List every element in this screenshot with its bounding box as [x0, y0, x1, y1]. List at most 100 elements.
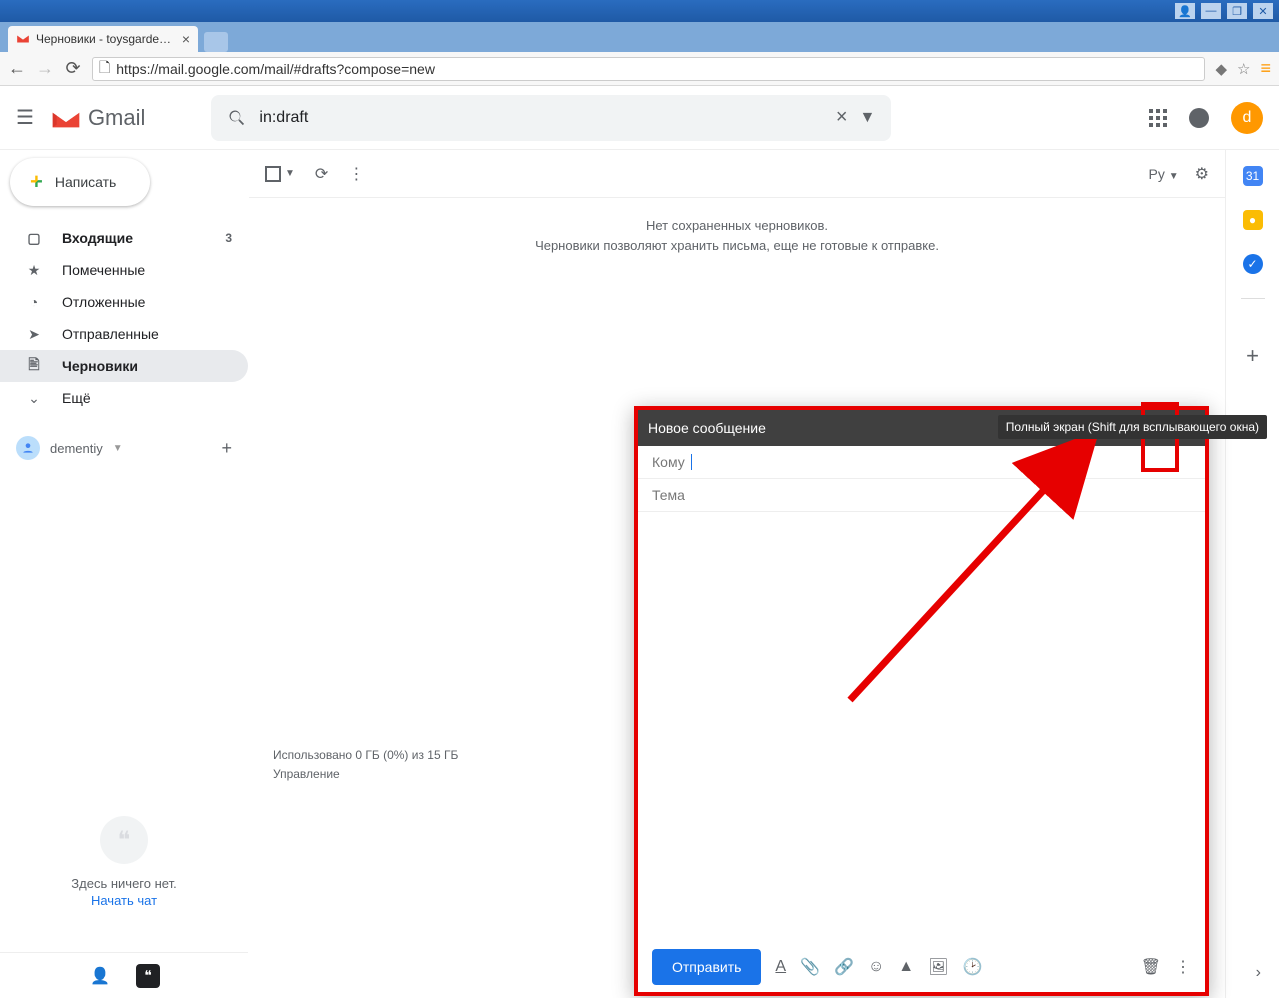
tab-close-icon[interactable]: ×	[182, 31, 190, 47]
clear-search-icon[interactable]: ×	[836, 106, 848, 129]
chevron-down-icon: ⌄	[24, 390, 44, 407]
input-language-toggle[interactable]: Ру ▼	[1149, 166, 1179, 182]
main-menu-button[interactable]: ☰	[16, 105, 34, 130]
search-box[interactable]: × ▼	[211, 95, 891, 141]
emoji-icon[interactable]: ☺	[868, 958, 884, 976]
calendar-addon-icon[interactable]: 31	[1243, 166, 1263, 186]
empty-line2: Черновики позволяют хранить письма, еще …	[267, 236, 1207, 256]
gmail-header: ☰ Gmail × ▼ d	[0, 86, 1279, 150]
confidential-icon[interactable]: 🕑	[962, 957, 982, 977]
inbox-label: Входящие	[62, 230, 133, 246]
subject-field[interactable]: Тема	[638, 479, 1205, 512]
gmail-product-name: Gmail	[88, 105, 145, 131]
more-label: Ещё	[62, 390, 91, 406]
drive-icon[interactable]: ▲	[898, 958, 914, 976]
compose-title: Новое сообщение	[648, 420, 766, 436]
get-addons-icon[interactable]: +	[1246, 343, 1259, 369]
user-name: dementiy	[50, 441, 103, 456]
reload-button[interactable]: ⟳	[64, 58, 82, 79]
tasks-addon-icon[interactable]: ✓	[1243, 254, 1263, 274]
gmail-favicon-icon	[16, 32, 30, 46]
hangouts-tab-icon[interactable]: ❝	[136, 964, 160, 988]
account-avatar[interactable]: d	[1231, 102, 1263, 134]
compose-label: Написать	[55, 174, 116, 190]
tab-title: Черновики - toysgardenclub	[36, 32, 176, 46]
close-window-button[interactable]: ✕	[1253, 3, 1273, 19]
plus-icon: +	[30, 169, 43, 195]
subject-label: Тема	[652, 487, 685, 503]
sidebar-bottom-tabs: 👤 ❝	[0, 952, 248, 998]
drafts-icon: 🖹	[24, 354, 44, 378]
inbox-count: 3	[225, 231, 232, 245]
start-chat-link[interactable]: Начать чат	[0, 893, 248, 908]
sidebar-item-sent[interactable]: ➤ Отправленные	[0, 318, 248, 350]
select-dropdown-icon[interactable]: ▼	[285, 168, 295, 179]
sidebar-item-inbox[interactable]: ▢ Входящие 3	[0, 222, 248, 254]
formatting-icon[interactable]: A	[775, 958, 786, 976]
user-dropdown-icon[interactable]: ▼	[113, 443, 123, 454]
gmail-logo[interactable]: Gmail	[50, 105, 145, 131]
bookmark-icon[interactable]: ☆	[1237, 60, 1250, 78]
link-icon[interactable]: 🔗	[834, 957, 854, 977]
to-field[interactable]: Кому	[638, 446, 1205, 479]
attach-icon[interactable]: 📎	[800, 957, 820, 977]
search-input[interactable]	[259, 109, 823, 127]
empty-state: Нет сохраненных черновиков. Черновики по…	[249, 198, 1225, 273]
settings-icon[interactable]: ⚙	[1195, 164, 1209, 184]
new-chat-icon[interactable]: +	[221, 438, 232, 459]
sidebar-item-more[interactable]: ⌄ Ещё	[0, 382, 248, 414]
inbox-icon: ▢	[24, 230, 44, 247]
storage-manage-link[interactable]: Управление	[273, 765, 458, 784]
storage-info: Использовано 0 ГБ (0%) из 15 ГБ Управлен…	[257, 730, 474, 800]
text-cursor	[691, 454, 692, 470]
titlebar-user-icon[interactable]: 👤	[1175, 3, 1195, 19]
refresh-icon[interactable]: ⟳	[315, 164, 328, 184]
fullscreen-tooltip: Полный экран (Shift для всплывающего окн…	[998, 415, 1267, 439]
to-label: Кому	[652, 454, 685, 470]
maximize-button[interactable]: ❐	[1227, 3, 1247, 19]
url-input[interactable]: 🗋 https://mail.google.com/mail/#drafts?c…	[92, 57, 1205, 81]
clock-icon: ◔	[24, 294, 44, 310]
select-all-checkbox[interactable]	[265, 166, 281, 182]
search-options-icon[interactable]: ▼	[860, 109, 876, 127]
url-text: https://mail.google.com/mail/#drafts?com…	[116, 61, 435, 77]
keep-addon-icon[interactable]: ●	[1243, 210, 1263, 230]
storage-line1: Использовано 0 ГБ (0%) из 15 ГБ	[273, 746, 458, 765]
hangouts-user-row[interactable]: dementiy ▼ +	[0, 426, 248, 470]
contacts-tab-icon[interactable]: 👤	[88, 964, 112, 988]
compose-button[interactable]: + Написать	[10, 158, 150, 206]
browser-tab[interactable]: Черновики - toysgardenclub ×	[8, 26, 198, 52]
chrome-menu-icon[interactable]: ≡	[1260, 58, 1271, 79]
notifications-icon[interactable]	[1189, 108, 1209, 128]
gmail-logo-icon	[50, 106, 82, 130]
hangouts-empty-text: Здесь ничего нет.	[0, 876, 248, 891]
sidebar-item-drafts[interactable]: 🖹 Черновики	[0, 350, 248, 382]
mail-toolbar: ▼ ⟳ ⋮ Ру ▼ ⚙	[249, 150, 1225, 198]
tab-strip: Черновики - toysgardenclub ×	[0, 22, 1279, 52]
snoozed-label: Отложенные	[62, 294, 145, 310]
discard-icon[interactable]: 🗑	[1141, 957, 1161, 977]
more-options-icon[interactable]: ⋮	[1175, 957, 1191, 977]
forward-button[interactable]: →	[36, 58, 54, 79]
search-icon	[227, 108, 247, 128]
compose-body[interactable]	[638, 512, 1205, 942]
user-avatar-icon	[16, 436, 40, 460]
drafts-label: Черновики	[62, 358, 138, 374]
minimize-button[interactable]: —	[1201, 3, 1221, 19]
quote-bubble-icon: ❝	[100, 816, 148, 864]
sent-icon: ➤	[24, 326, 44, 343]
empty-line1: Нет сохраненных черновиков.	[267, 216, 1207, 236]
google-apps-icon[interactable]	[1149, 109, 1167, 127]
hangouts-empty: ❝ Здесь ничего нет. Начать чат	[0, 816, 248, 908]
sidebar-item-snoozed[interactable]: ◔ Отложенные	[0, 286, 248, 318]
compose-window: Новое сообщение — ⤢ ✕ Кому Тема Отправит…	[634, 406, 1209, 996]
extensions-icon[interactable]: ◆	[1215, 60, 1227, 78]
photo-icon[interactable]: 🖼	[928, 957, 948, 977]
hide-rail-icon[interactable]: ›	[1256, 964, 1261, 982]
sent-label: Отправленные	[62, 326, 159, 342]
sidebar-item-starred[interactable]: ★ Помеченные	[0, 254, 248, 286]
send-button[interactable]: Отправить	[652, 949, 761, 985]
back-button[interactable]: ←	[8, 58, 26, 79]
new-tab-button[interactable]	[204, 32, 228, 52]
more-actions-icon[interactable]: ⋮	[348, 164, 364, 184]
